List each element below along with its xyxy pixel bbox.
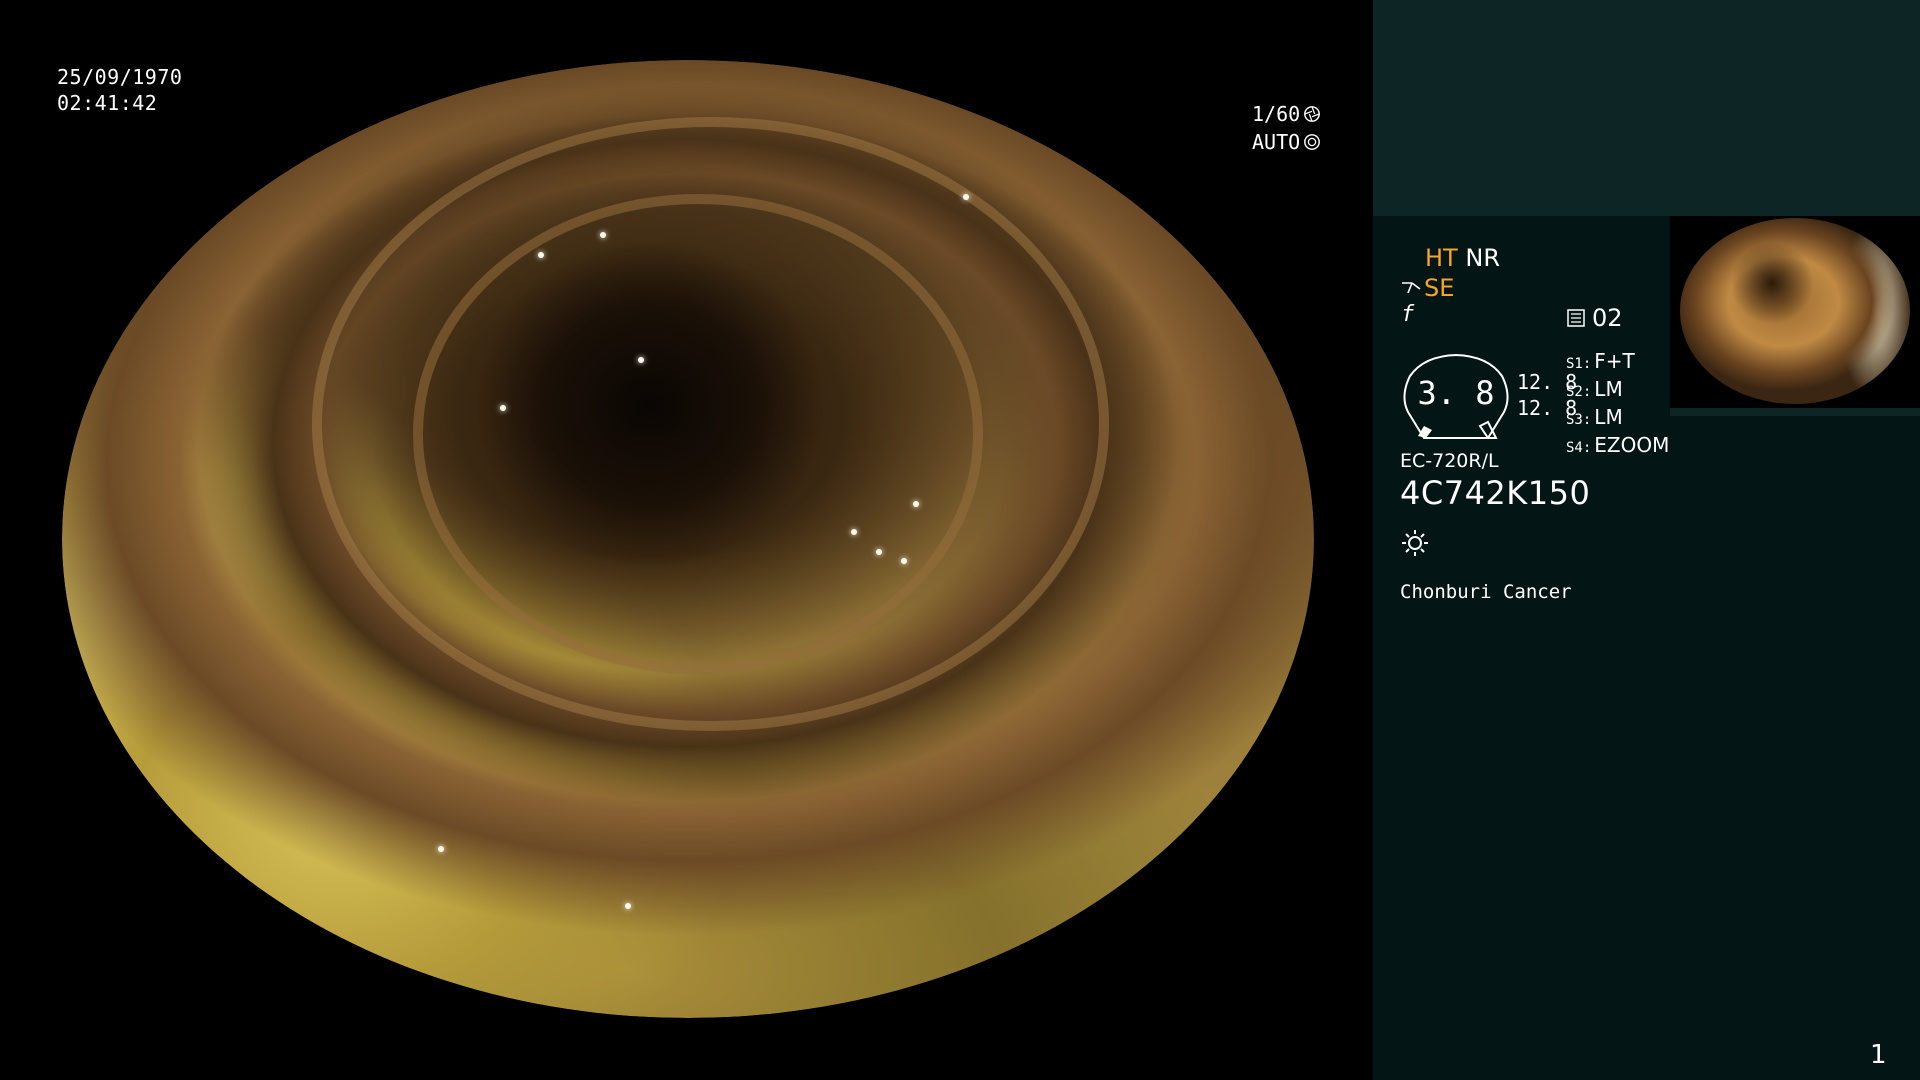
switch-row: S2: LM bbox=[1566, 377, 1623, 401]
date-time-overlay: 25/09/1970 02:41:42 bbox=[57, 64, 182, 116]
exposure-mode-text: AUTO bbox=[1252, 130, 1301, 154]
nr-mode-label: NR bbox=[1465, 244, 1500, 272]
gauge-value: 3. 8 bbox=[1417, 374, 1495, 412]
thumbnail-caption-bar bbox=[1670, 408, 1920, 416]
memory-number: 02 bbox=[1592, 304, 1623, 332]
endoscopic-image bbox=[62, 60, 1314, 1018]
page-number: 1 bbox=[1870, 1040, 1887, 1070]
f-symbol: f bbox=[1401, 302, 1415, 327]
iris-icon bbox=[1304, 134, 1321, 150]
panel-header-block bbox=[1373, 0, 1920, 216]
date-text: 25/09/1970 bbox=[57, 65, 183, 89]
thumbnail-image bbox=[1680, 218, 1910, 404]
aperture-icon bbox=[1304, 106, 1321, 122]
scope-model: EC-720R/L bbox=[1400, 450, 1499, 472]
time-text: 02:41:42 bbox=[57, 91, 158, 115]
switch-settings-list: S1: F+T S2: LM S3: LM S4: EZOOM bbox=[1566, 349, 1669, 461]
scope-icon bbox=[1402, 282, 1421, 294]
image-mode-row: HT NR bbox=[1425, 244, 1500, 272]
switch-row: S4: EZOOM bbox=[1566, 433, 1670, 457]
note-text: Chonburi Cancer bbox=[1400, 581, 1572, 603]
switch-row: S3: LM bbox=[1566, 405, 1623, 429]
se-mode-label: SE bbox=[1424, 274, 1455, 302]
switch-row: S1: F+T bbox=[1566, 349, 1635, 373]
endoscope-view: 25/09/1970 02:41:42 1/60 AUTO bbox=[0, 0, 1373, 1080]
sun-icon bbox=[1402, 530, 1428, 556]
structure-enhancement-row: SE bbox=[1400, 274, 1454, 302]
memory-icon bbox=[1567, 309, 1585, 327]
ht-mode-label: HT bbox=[1425, 244, 1458, 272]
shutter-speed-text: 1/60 bbox=[1252, 102, 1301, 126]
thumbnail-preview[interactable] bbox=[1670, 216, 1920, 416]
exposure-info: 1/60 AUTO bbox=[1252, 100, 1321, 156]
scope-serial: 4C742K150 bbox=[1400, 474, 1591, 512]
memory-indicator: 02 bbox=[1566, 304, 1623, 332]
